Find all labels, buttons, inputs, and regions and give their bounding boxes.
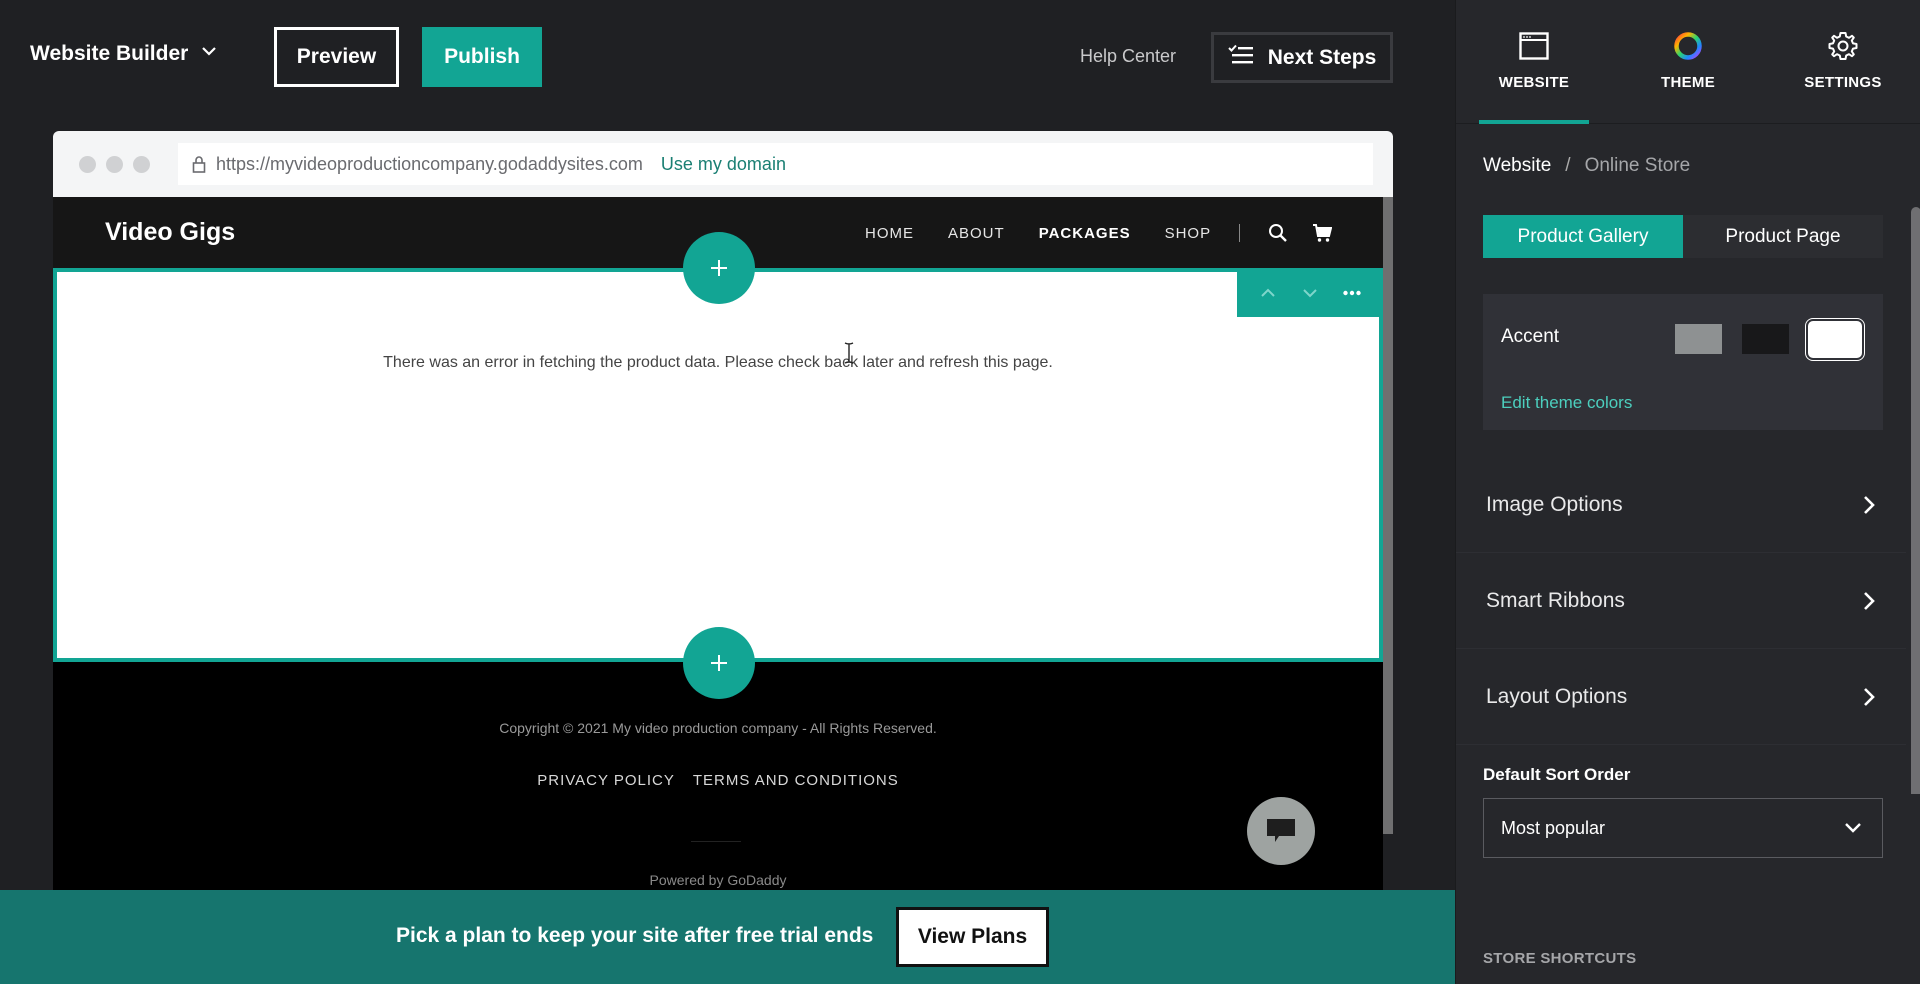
add-section-below-button[interactable] bbox=[683, 627, 755, 699]
window-dot bbox=[133, 156, 150, 173]
accent-swatch-black[interactable] bbox=[1742, 324, 1789, 354]
panel-scrollbar[interactable] bbox=[1911, 207, 1920, 794]
chevron-down-icon bbox=[200, 42, 218, 66]
more-options-icon[interactable] bbox=[1342, 283, 1362, 303]
breadcrumb: Website / Online Store bbox=[1483, 155, 1690, 177]
copyright-text: Copyright © 2021 My video production com… bbox=[499, 720, 937, 736]
breadcrumb-website[interactable]: Website bbox=[1483, 155, 1551, 177]
plus-icon bbox=[711, 260, 727, 276]
accent-card: Accent Edit theme colors bbox=[1483, 294, 1883, 430]
checklist-icon bbox=[1228, 44, 1254, 72]
add-section-above-button[interactable] bbox=[683, 232, 755, 304]
tab-website[interactable]: WEBSITE bbox=[1459, 30, 1609, 91]
site-url: https://myvideoproductioncompany.godaddy… bbox=[216, 153, 643, 174]
powered-by-text: Powered by GoDaddy bbox=[649, 872, 787, 888]
image-options-label: Image Options bbox=[1486, 492, 1623, 516]
tab-settings[interactable]: SETTINGS bbox=[1768, 30, 1918, 91]
view-toggle: Product Gallery Product Page bbox=[1483, 215, 1883, 258]
accent-swatch-gray[interactable] bbox=[1675, 324, 1722, 354]
product-error-message: There was an error in fetching the produ… bbox=[383, 354, 1053, 371]
edit-theme-colors-link[interactable]: Edit theme colors bbox=[1501, 393, 1632, 413]
chevron-right-icon bbox=[1864, 687, 1875, 706]
panel-tabs: WEBSITE THEME SETTINGS bbox=[1456, 0, 1920, 124]
trial-banner-text: Pick a plan to keep your site after free… bbox=[396, 924, 874, 947]
product-page-tab[interactable]: Product Page bbox=[1683, 215, 1883, 258]
help-center-link[interactable]: Help Center bbox=[1080, 46, 1176, 67]
accent-swatch-white[interactable] bbox=[1806, 319, 1864, 360]
layout-options-row[interactable]: Layout Options bbox=[1456, 649, 1906, 745]
brand-label: Website Builder bbox=[30, 42, 189, 65]
store-shortcuts-heading: STORE SHORTCUTS bbox=[1483, 950, 1637, 967]
site-nav-packages[interactable]: PACKAGES bbox=[1039, 225, 1131, 242]
site-logo[interactable]: Video Gigs bbox=[105, 218, 235, 247]
chat-button[interactable] bbox=[1247, 797, 1315, 865]
smart-ribbons-row[interactable]: Smart Ribbons bbox=[1456, 553, 1906, 649]
search-icon[interactable] bbox=[1268, 223, 1288, 243]
next-steps-button[interactable]: Next Steps bbox=[1211, 32, 1393, 83]
site-nav-about[interactable]: ABOUT bbox=[948, 225, 1005, 242]
image-options-row[interactable]: Image Options bbox=[1456, 457, 1906, 553]
move-up-icon[interactable] bbox=[1258, 283, 1278, 303]
footer-divider bbox=[691, 841, 741, 842]
website-builder-menu[interactable]: Website Builder bbox=[30, 42, 218, 66]
active-tab-indicator bbox=[1479, 120, 1589, 124]
chevron-right-icon bbox=[1864, 495, 1875, 514]
site-nav: HOME ABOUT PACKAGES SHOP bbox=[865, 223, 1356, 243]
window-dots bbox=[79, 156, 150, 173]
trial-banner: Pick a plan to keep your site after free… bbox=[0, 890, 1455, 984]
lock-icon bbox=[192, 155, 206, 173]
browser-chrome: https://myvideoproductioncompany.godaddy… bbox=[53, 131, 1393, 197]
canvas-scrollbar[interactable] bbox=[1383, 197, 1393, 834]
view-plans-button[interactable]: View Plans bbox=[896, 907, 1049, 967]
online-store-section[interactable]: There was an error in fetching the produ… bbox=[53, 268, 1383, 662]
site-nav-home[interactable]: HOME bbox=[865, 225, 914, 242]
browser-window-icon bbox=[1519, 32, 1549, 60]
site-nav-shop[interactable]: SHOP bbox=[1165, 225, 1212, 242]
product-gallery-tab[interactable]: Product Gallery bbox=[1483, 215, 1683, 258]
window-dot bbox=[79, 156, 96, 173]
privacy-policy-link[interactable]: PRIVACY POLICY bbox=[537, 772, 675, 789]
cart-icon[interactable] bbox=[1312, 223, 1333, 243]
nav-separator bbox=[1239, 224, 1241, 242]
sort-order-label: Default Sort Order bbox=[1483, 765, 1631, 784]
footer-links: PRIVACY POLICY TERMS AND CONDITIONS bbox=[53, 772, 1383, 789]
gear-icon bbox=[1828, 32, 1858, 60]
tab-settings-label: SETTINGS bbox=[1804, 74, 1882, 91]
tab-theme[interactable]: THEME bbox=[1613, 30, 1763, 91]
text-cursor-icon bbox=[844, 342, 854, 364]
sort-order-select[interactable]: Most popular bbox=[1483, 798, 1883, 858]
plus-icon bbox=[711, 655, 727, 671]
next-steps-label: Next Steps bbox=[1267, 45, 1377, 69]
preview-button[interactable]: Preview bbox=[274, 27, 399, 87]
chevron-down-icon bbox=[1845, 823, 1861, 833]
url-bar: https://myvideoproductioncompany.godaddy… bbox=[178, 143, 1373, 185]
chevron-right-icon bbox=[1864, 591, 1875, 610]
chat-icon bbox=[1267, 819, 1295, 842]
breadcrumb-current: Online Store bbox=[1584, 155, 1691, 176]
accent-label: Accent bbox=[1501, 326, 1560, 347]
tab-theme-label: THEME bbox=[1661, 74, 1715, 91]
smart-ribbons-label: Smart Ribbons bbox=[1486, 588, 1625, 612]
website-builder-app: Website Builder Preview Publish Help Cen… bbox=[0, 0, 1920, 984]
use-my-domain-link[interactable]: Use my domain bbox=[661, 154, 786, 175]
tab-website-label: WEBSITE bbox=[1498, 74, 1570, 91]
breadcrumb-separator: / bbox=[1565, 155, 1571, 176]
top-bar: Website Builder Preview Publish Help Cen… bbox=[0, 0, 1455, 110]
settings-panel: WEBSITE THEME SETTINGS Website / Online … bbox=[1455, 0, 1920, 984]
window-dot bbox=[106, 156, 123, 173]
layout-options-label: Layout Options bbox=[1486, 684, 1628, 708]
terms-link[interactable]: TERMS AND CONDITIONS bbox=[693, 772, 899, 789]
section-toolbar bbox=[1237, 268, 1383, 317]
publish-button[interactable]: Publish bbox=[422, 27, 542, 87]
color-wheel-icon bbox=[1674, 32, 1702, 60]
sort-order-value: Most popular bbox=[1501, 817, 1606, 838]
move-down-icon[interactable] bbox=[1300, 283, 1320, 303]
